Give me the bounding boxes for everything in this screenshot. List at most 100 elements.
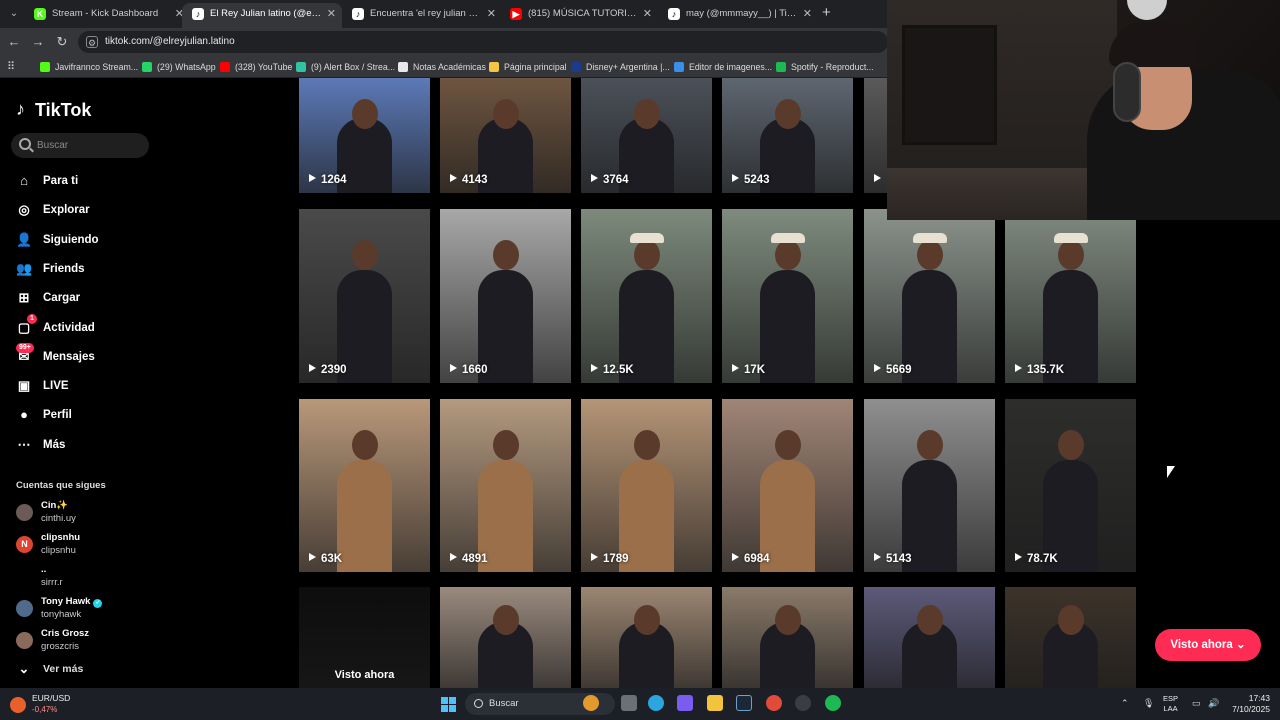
bookmark-item[interactable]: Disney+ Argentina |...	[571, 59, 670, 75]
bookmark-item[interactable]: Javifrannco Stream...	[40, 59, 138, 75]
browser-tab[interactable]: K Stream - Kick Dashboard ✕	[24, 3, 190, 28]
video-card[interactable]: 5669	[864, 209, 995, 383]
spotify-icon[interactable]	[825, 695, 841, 711]
bookmark-label: Javifrannco Stream...	[55, 62, 139, 72]
video-card[interactable]	[864, 78, 887, 193]
back-button[interactable]: ←	[5, 33, 23, 51]
windows-start-icon[interactable]	[441, 697, 456, 712]
visto-ahora-button[interactable]: Visto ahora ⌄	[1155, 629, 1261, 661]
nav-item-friends[interactable]: 👥 Friends	[16, 258, 166, 280]
bookmark-item[interactable]: Spotify - Reproduct...	[776, 59, 874, 75]
bookmark-item[interactable]: Página principal	[489, 59, 567, 75]
video-card[interactable]: 4143	[440, 78, 571, 193]
video-card[interactable]: 12.5K	[581, 209, 712, 383]
nav-item-siguiendo[interactable]: 👤 Siguiendo	[16, 229, 166, 251]
browser-tab[interactable]: ♪ may (@mmmayy__) | TikTok ✕	[658, 3, 818, 28]
network-icon[interactable]: ▭	[1192, 698, 1201, 709]
game-app-icon[interactable]	[583, 695, 599, 711]
thumbnail-face	[1058, 430, 1084, 460]
browser-tab[interactable]: ♪ Encuentra 'el rey julian y maxi a ✕	[342, 3, 502, 28]
nav-item-para-ti[interactable]: ⌂ Para ti	[16, 170, 166, 192]
bookmark-item[interactable]: Notas Académicas	[398, 59, 486, 75]
account-handle: clipsnhu	[41, 545, 76, 556]
reload-button[interactable]: ↻	[53, 33, 71, 51]
file-explorer-icon[interactable]	[707, 695, 723, 711]
followed-account[interactable]: Nclipsnhu clipsnhu	[16, 531, 166, 559]
bookmark-item[interactable]: (328) YouTube	[220, 59, 292, 75]
thumbnail-face	[634, 99, 660, 129]
video-card[interactable]: 78.7K	[1005, 399, 1136, 572]
video-card[interactable]: 1789	[581, 399, 712, 572]
volume-icon[interactable]: 🔊	[1208, 698, 1219, 709]
nav-item-live[interactable]: ▣ LIVE	[16, 375, 166, 397]
thumbnail-face	[1058, 240, 1084, 270]
nav-item-perfil[interactable]: ● Perfil	[16, 404, 166, 426]
video-card[interactable]: 135.7K	[1005, 209, 1136, 383]
search-input[interactable]	[37, 133, 147, 158]
followed-account[interactable]: Cin✨ cinthi.uy	[16, 499, 166, 527]
tray-chevron-up-icon[interactable]: ⌃	[1121, 698, 1129, 709]
video-card[interactable]: 6984	[722, 399, 853, 572]
microphone-icon[interactable]: 🎙	[1143, 698, 1154, 709]
close-icon[interactable]: ✕	[487, 3, 496, 25]
play-icon	[450, 553, 457, 561]
apps-grid-icon[interactable]: ⠿	[7, 60, 15, 74]
nav-item-mensajes[interactable]: ✉ Mensajes 99+	[16, 342, 166, 368]
address-bar[interactable]: ⚙ tiktok.com/@elreyjulian.latino	[78, 31, 888, 53]
nav-item-explorar[interactable]: ◎ Explorar	[16, 199, 166, 221]
video-card[interactable]	[581, 587, 712, 688]
forward-button[interactable]: →	[29, 33, 47, 51]
site-info-icon[interactable]: ⚙	[86, 36, 98, 48]
view-count: 1264	[309, 173, 347, 187]
bookmark-item[interactable]: (9) Alert Box / Strea...	[296, 59, 395, 75]
task-view-icon[interactable]	[621, 695, 637, 711]
nav-item-cargar[interactable]: ⊞ Cargar	[16, 287, 166, 309]
view-count: 5243	[732, 173, 770, 187]
tiktok-icon: ♪	[192, 8, 204, 20]
video-card[interactable]	[440, 587, 571, 688]
video-card[interactable]: 17K	[722, 209, 853, 383]
language-indicator[interactable]: ESP LAA	[1163, 694, 1178, 714]
account-name: Cris Grosz	[41, 627, 89, 640]
see-more-button[interactable]: ⌄ Ver más	[16, 661, 84, 677]
video-card[interactable]: 3764	[581, 78, 712, 193]
edge-icon[interactable]	[648, 695, 664, 711]
video-card[interactable]: 2390	[299, 209, 430, 383]
video-card[interactable]: 63K	[299, 399, 430, 572]
copilot-icon[interactable]	[677, 695, 693, 711]
clock[interactable]: 17:43 7/10/2025	[1225, 693, 1270, 715]
followed-account[interactable]: Cris Grosz groszcris	[16, 627, 166, 655]
video-card[interactable]	[864, 587, 995, 688]
chrome-icon[interactable]	[766, 695, 782, 711]
close-icon[interactable]: ✕	[803, 3, 812, 25]
video-card[interactable]	[1005, 587, 1136, 688]
browser-tab[interactable]: ▶ (815) MÚSICA TUTORIAL YUYA ✕	[500, 3, 658, 28]
nav-label: Actividad	[43, 321, 95, 334]
browser-tab[interactable]: ♪ El Rey Julian latino (@elreyjulian ✕	[182, 3, 342, 28]
bookmark-item[interactable]: (29) WhatsApp	[142, 59, 216, 75]
video-card[interactable]: 5143	[864, 399, 995, 572]
video-card[interactable]	[722, 587, 853, 688]
video-card[interactable]: 4891	[440, 399, 571, 572]
steam-icon[interactable]	[736, 695, 752, 711]
close-icon[interactable]: ✕	[327, 3, 336, 25]
search-box[interactable]	[11, 133, 149, 158]
bookmark-item[interactable]: Editor de imagenes...	[674, 59, 772, 75]
tab-search-button[interactable]: ⌄	[5, 5, 23, 23]
video-card[interactable]: 1264	[299, 78, 430, 193]
video-card[interactable]: Visto ahora	[299, 587, 430, 688]
tiktok-logo[interactable]: ♪ TikTok	[16, 98, 91, 122]
followed-account[interactable]: .. sirrr.r	[16, 563, 166, 591]
nav-item-m-s[interactable]: ⋯ Más	[16, 434, 166, 456]
new-tab-button[interactable]: +	[822, 5, 831, 21]
followed-account[interactable]: Tony Hawk ✓ tonyhawk	[16, 595, 166, 623]
nav-label: Cargar	[43, 292, 81, 305]
market-widget[interactable]: EUR/USD -0,47%	[10, 692, 70, 716]
thumbnail-face	[634, 240, 660, 270]
nav-item-actividad[interactable]: ▢ Actividad 1	[16, 313, 166, 339]
obs-icon[interactable]	[795, 695, 811, 711]
play-icon	[1015, 364, 1022, 372]
video-card[interactable]: 1660	[440, 209, 571, 383]
close-icon[interactable]: ✕	[643, 3, 652, 25]
video-card[interactable]: 5243	[722, 78, 853, 193]
